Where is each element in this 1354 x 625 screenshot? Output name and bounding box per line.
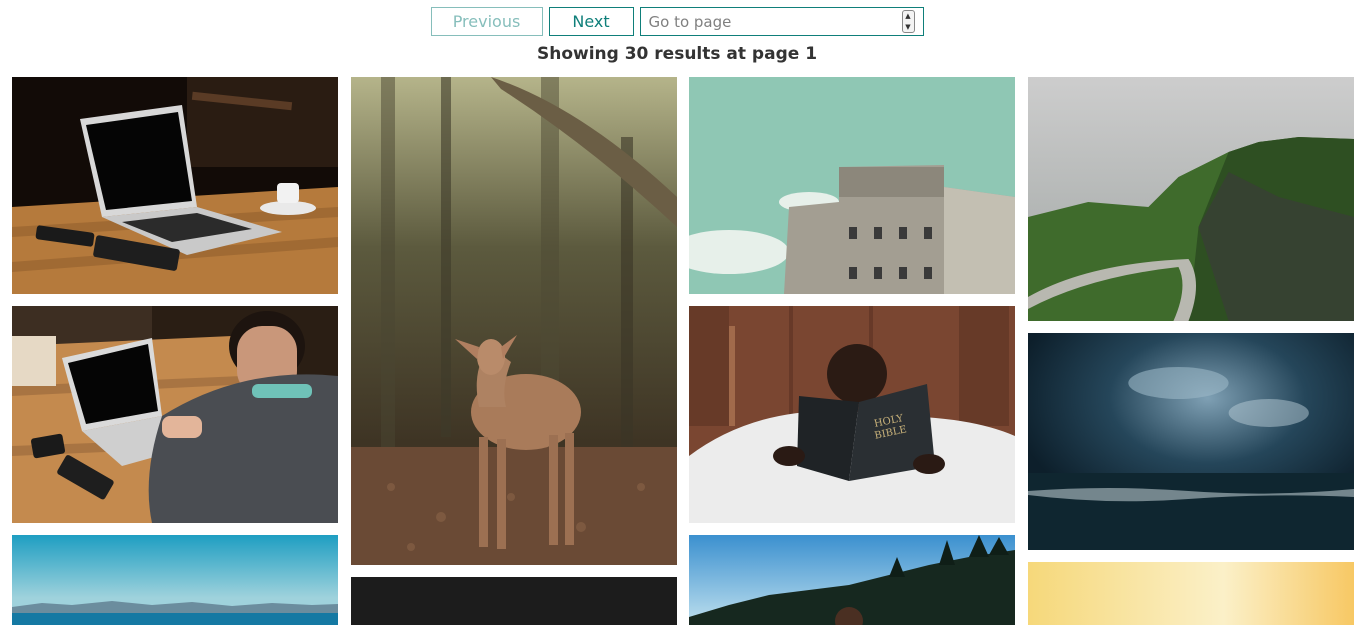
goto-page-field: ▲ ▼ — [639, 7, 924, 36]
previous-button[interactable]: Previous — [430, 7, 543, 36]
chevron-up-icon[interactable]: ▲ — [905, 11, 910, 21]
photo-bible-reader[interactable]: HOLY BIBLE — [689, 306, 1015, 523]
photo-laptop-table[interactable] — [12, 77, 338, 294]
next-button[interactable]: Next — [548, 7, 634, 36]
chevron-down-icon[interactable]: ▼ — [905, 22, 910, 32]
photo-dark[interactable] — [351, 577, 677, 625]
photo-yellow-haze[interactable] — [1028, 562, 1354, 625]
photo-grid: HOLY BIBLE — [12, 77, 1354, 625]
photo-deer-forest[interactable] — [351, 77, 677, 565]
photo-bunker[interactable] — [689, 77, 1015, 294]
pagination-bar: Previous Next ▲ ▼ — [0, 7, 1354, 36]
photo-sea-horizon[interactable] — [12, 535, 338, 625]
photo-green-cliffs[interactable] — [1028, 77, 1354, 321]
photo-stormy-sea[interactable] — [1028, 333, 1354, 550]
results-summary: Showing 30 results at page 1 — [536, 44, 818, 64]
goto-page-input[interactable] — [648, 12, 889, 31]
photo-laptop-person[interactable] — [12, 306, 338, 523]
photo-pine-forest[interactable] — [689, 535, 1015, 625]
page-stepper[interactable]: ▲ ▼ — [901, 10, 915, 33]
